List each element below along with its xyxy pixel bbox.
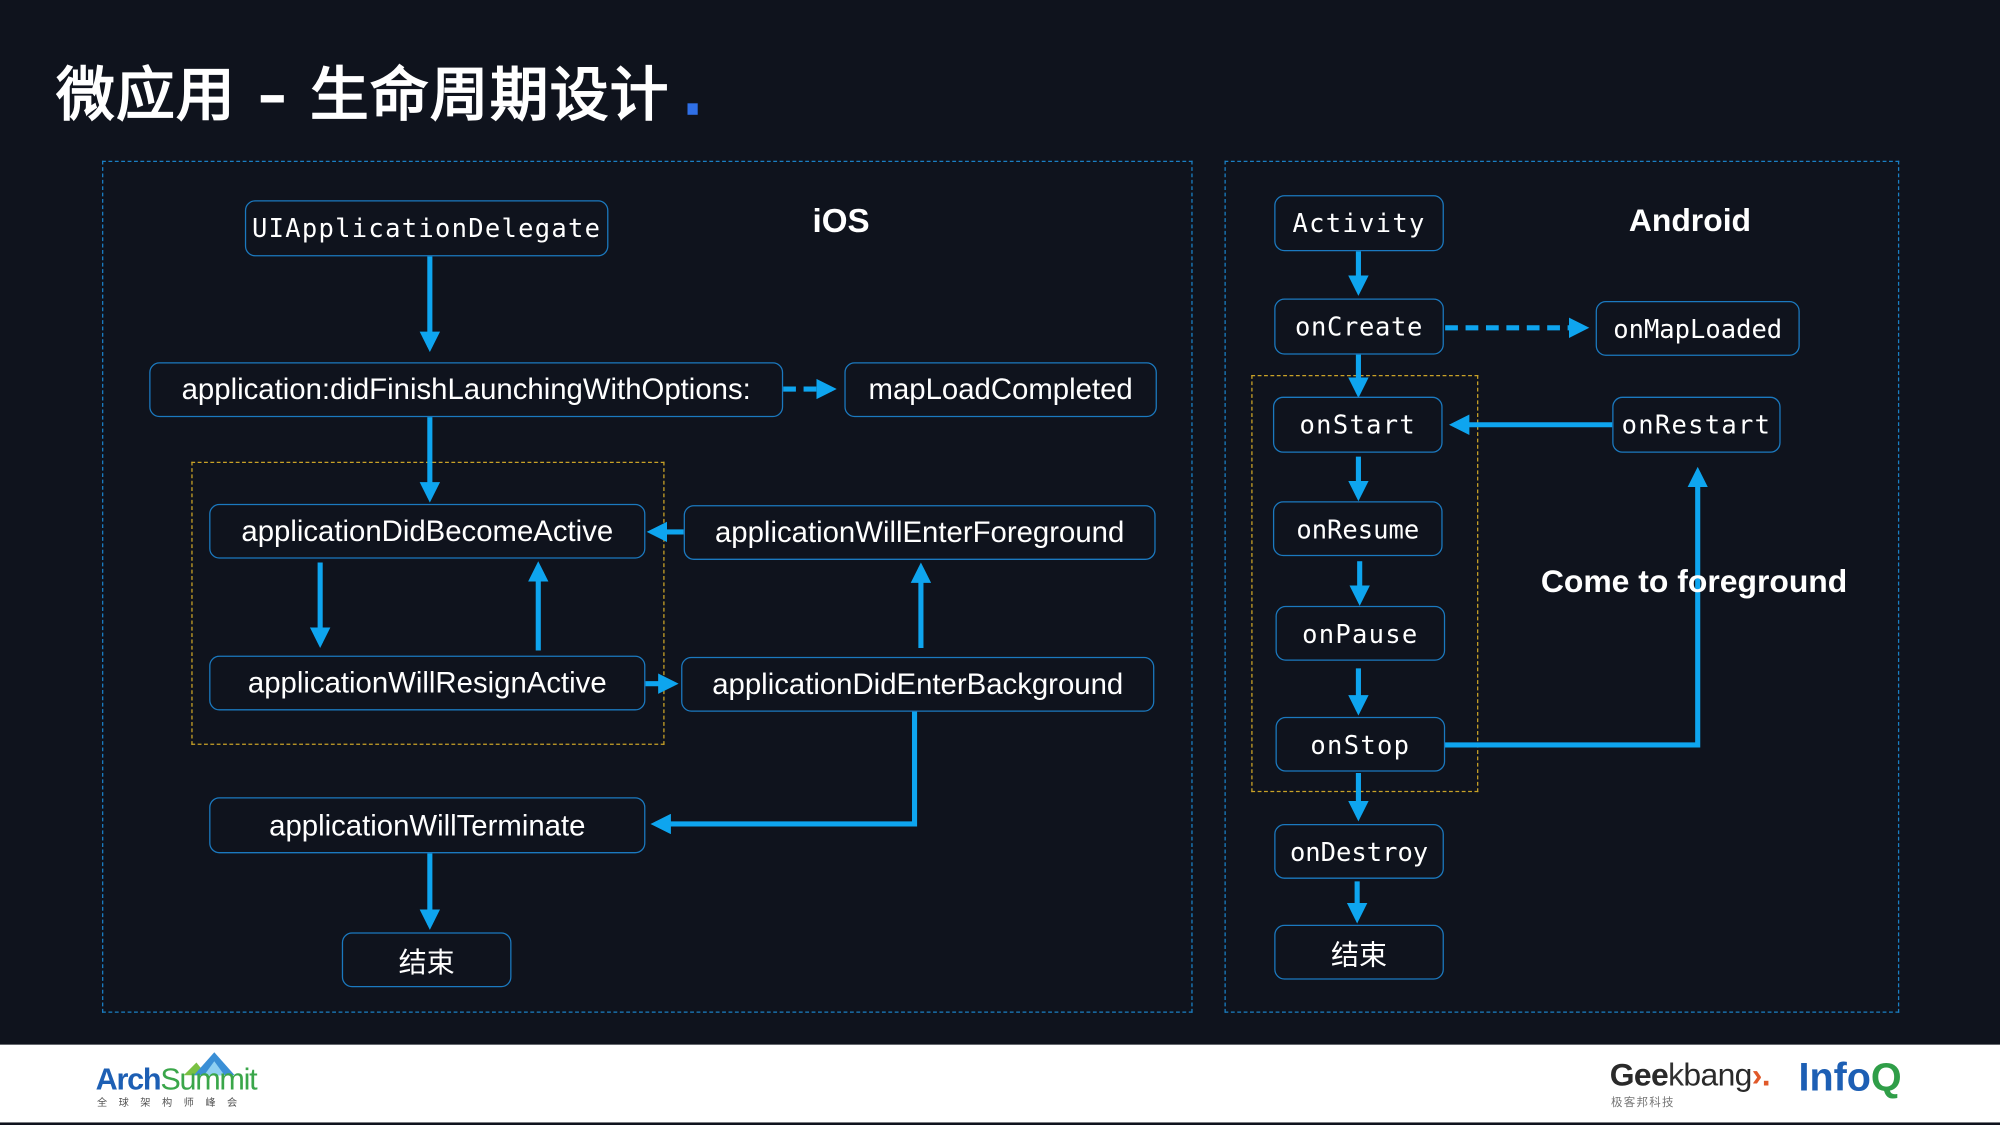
node-onresume[interactable]: onResume xyxy=(1272,501,1443,557)
arrow-onstop-to-onrestart xyxy=(1442,466,1708,748)
node-ondestroy[interactable]: onDestroy xyxy=(1274,823,1444,879)
node-onrestart[interactable]: onRestart xyxy=(1612,396,1781,453)
node-maploadcompleted[interactable]: mapLoadCompleted xyxy=(844,362,1157,418)
connector-layer xyxy=(309,251,1708,930)
node-onpause[interactable]: onPause xyxy=(1275,605,1446,661)
infoq-logo-info: Info xyxy=(1798,1054,1871,1100)
node-willenterforeground[interactable]: applicationWillEnterForeground xyxy=(683,505,1156,560)
geekbang-logo-k: k xyxy=(1668,1057,1684,1094)
node-didfinishlaunching[interactable]: application:didFinishLaunchingWithOption… xyxy=(149,362,784,418)
geekbang-logo-gee: Gee xyxy=(1609,1057,1669,1094)
node-onmaploaded[interactable]: onMapLoaded xyxy=(1595,301,1800,356)
node-didenterbackground[interactable]: applicationDidEnterBackground xyxy=(681,656,1155,712)
node-willresignactive[interactable]: applicationWillResignActive xyxy=(209,655,646,711)
geekbang-logo-subtitle: 极客邦科技 xyxy=(1610,1096,1675,1110)
archsummit-logo: ArchSummit xyxy=(95,1062,258,1098)
infoq-logo-q: Q xyxy=(1870,1054,1902,1100)
node-willterminate[interactable]: applicationWillTerminate xyxy=(209,797,646,854)
android-come-to-foreground-annotation: Come to foreground xyxy=(1540,563,1848,600)
node-oncreate[interactable]: onCreate xyxy=(1274,298,1444,355)
node-ios-end[interactable]: 结束 xyxy=(341,932,512,988)
slide: 微应用 – 生命周期设计 iOS UIApplicationDelegate a… xyxy=(0,0,2000,1123)
ios-heading: iOS xyxy=(812,201,870,240)
archsummit-logo-summit: Summit xyxy=(160,1062,257,1097)
archsummit-logo-subtitle: 全球架构师峰会 xyxy=(96,1096,249,1109)
arrow-didenterbackground-to-willterminate xyxy=(650,709,918,835)
geekbang-logo-bang: bang xyxy=(1683,1057,1752,1094)
archsummit-logo-arch: Arch xyxy=(95,1062,162,1097)
node-onstop[interactable]: onStop xyxy=(1275,716,1446,772)
geekbang-chevron-icon: ›. xyxy=(1751,1057,1771,1094)
footer: ArchSummit 全球架构师峰会 Geekbang›. 极客邦科技 Info… xyxy=(0,1044,2000,1123)
android-heading: Android xyxy=(1628,202,1752,239)
geekbang-logo: Geekbang›. xyxy=(1609,1057,1771,1094)
node-onstart[interactable]: onStart xyxy=(1272,396,1443,453)
node-activity[interactable]: Activity xyxy=(1274,195,1444,252)
node-didbecomeactive[interactable]: applicationDidBecomeActive xyxy=(209,503,646,559)
node-uiapplicationdelegate[interactable]: UIApplicationDelegate xyxy=(244,200,609,257)
infoq-logo: InfoQ xyxy=(1798,1055,1901,1101)
node-android-end[interactable]: 结束 xyxy=(1274,924,1444,980)
